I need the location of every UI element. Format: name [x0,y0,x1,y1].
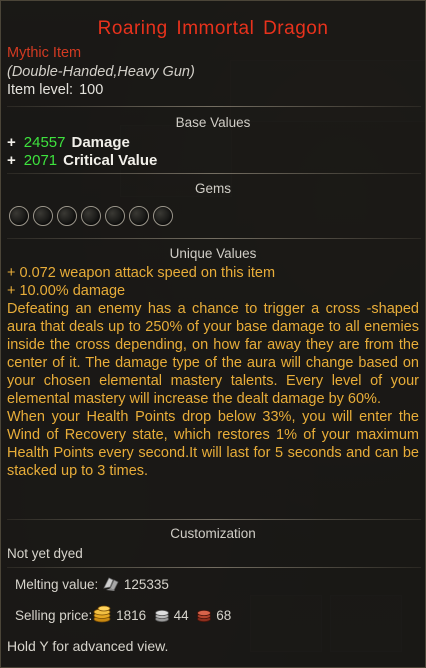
customization-status: Not yet dyed [7,546,83,561]
section-unique-values: Unique Values [169,246,257,261]
divider [7,519,421,520]
selling-price: Selling price: 1816 44 68 [15,605,231,626]
stat-label: Critical Value [63,152,158,169]
gem-slot[interactable] [9,206,29,226]
divider [7,238,421,239]
stat-critical: +2071 Critical Value [7,152,157,169]
section-customization: Customization [170,526,256,541]
item-level-label: Item level: [7,82,74,98]
gem-slot[interactable] [105,206,125,226]
divider [7,567,421,568]
melting-amount: 125335 [123,577,169,592]
unique-description-2: When your Health Points drop below 33%, … [7,409,419,479]
gem-slot[interactable] [33,206,53,226]
item-tooltip: Roaring Immortal Dragon Mythic Item (Dou… [0,0,426,668]
melting-label: Melting value: [15,577,99,592]
stat-label: Damage [71,134,130,151]
item-level: Item level: 100 [7,82,103,98]
selling-label: Selling price: [15,608,93,623]
gem-slot[interactable] [57,206,77,226]
section-gems: Gems [194,181,231,196]
unique-values: + 0.072 weapon attack speed on this item… [7,264,419,480]
stat-damage: +24557 Damage [7,134,130,151]
item-level-value: 100 [79,82,104,98]
shard-icon [102,576,120,595]
item-type: (Double-Handed,Heavy Gun) [7,64,195,80]
gem-slot[interactable] [129,206,149,226]
item-rarity: Mythic Item [7,45,82,61]
stat-prefix: + [7,134,16,151]
item-name: Roaring Immortal Dragon [97,18,329,39]
gem-slot[interactable] [153,206,173,226]
gold-coin-icon [92,605,112,626]
melting-value: Melting value: 125335 [15,576,169,595]
gold-amount: 1816 [116,608,147,623]
stat-value: 2071 [23,152,58,169]
gem-slot[interactable] [81,206,101,226]
stat-prefix: + [7,152,16,169]
advanced-view-hint: Hold Y for advanced view. [7,638,169,654]
divider [7,173,421,174]
divider [7,106,421,107]
unique-line: + 10.00% damage [7,283,126,299]
section-base-values: Base Values [175,115,251,130]
unique-description: Defeating an enemy has a chance to trigg… [7,301,419,407]
copper-coin-icon [196,609,212,626]
silver-coin-icon [154,609,170,626]
silver-amount: 44 [173,608,189,623]
stat-value: 24557 [23,134,66,151]
gem-slots [9,206,173,226]
unique-line: + 0.072 weapon attack speed on this item [7,265,276,281]
copper-amount: 68 [216,608,232,623]
